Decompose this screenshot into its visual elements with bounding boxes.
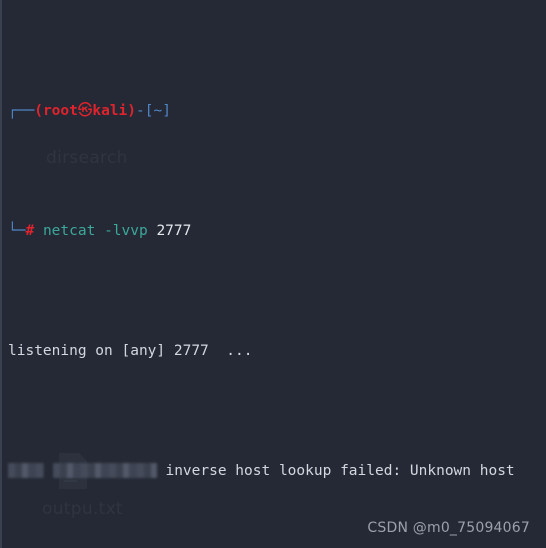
prompt-corner-top: ┌── [8,103,35,119]
prompt-close-paren: ) [127,103,137,119]
prompt-line-command: └─# netcat -lvvp 2777 [8,219,546,243]
terminal-window[interactable]: dirsearch outpu.txt CSDN @m0_75094067 ┌─… [0,0,546,548]
prompt-open-paren: ( [34,103,43,119]
redacted-host-b [52,463,157,478]
prompt-dash: - [136,103,145,119]
prompt-host: kali [92,103,128,119]
output-inverse-lookup: inverse host lookup failed: Unknown host [8,459,546,483]
redacted-host-a [8,463,44,478]
prompt-line-top: ┌──(root㉿kali)-[~] [8,99,546,123]
prompt-bracket-close: ] [162,103,171,119]
space-2 [95,223,104,239]
output-inverse-lookup-text: inverse host lookup failed: Unknown host [165,463,515,479]
prompt-corner-bottom: └─ [8,223,26,239]
kali-logo-icon: ㉿ [77,103,93,119]
prompt-path: ~ [153,103,163,119]
space-1 [34,223,43,239]
prompt-user: root [42,103,78,119]
terminal-screen[interactable]: ┌──(root㉿kali)-[~] └─# netcat -lvvp 2777… [0,0,546,548]
command-program: netcat [42,223,96,239]
command-port: 2777 [156,223,192,239]
command-flags: -lvvp [104,223,148,239]
output-listening: listening on [any] 2777 ... [8,343,253,359]
prompt-hash: # [25,223,35,239]
